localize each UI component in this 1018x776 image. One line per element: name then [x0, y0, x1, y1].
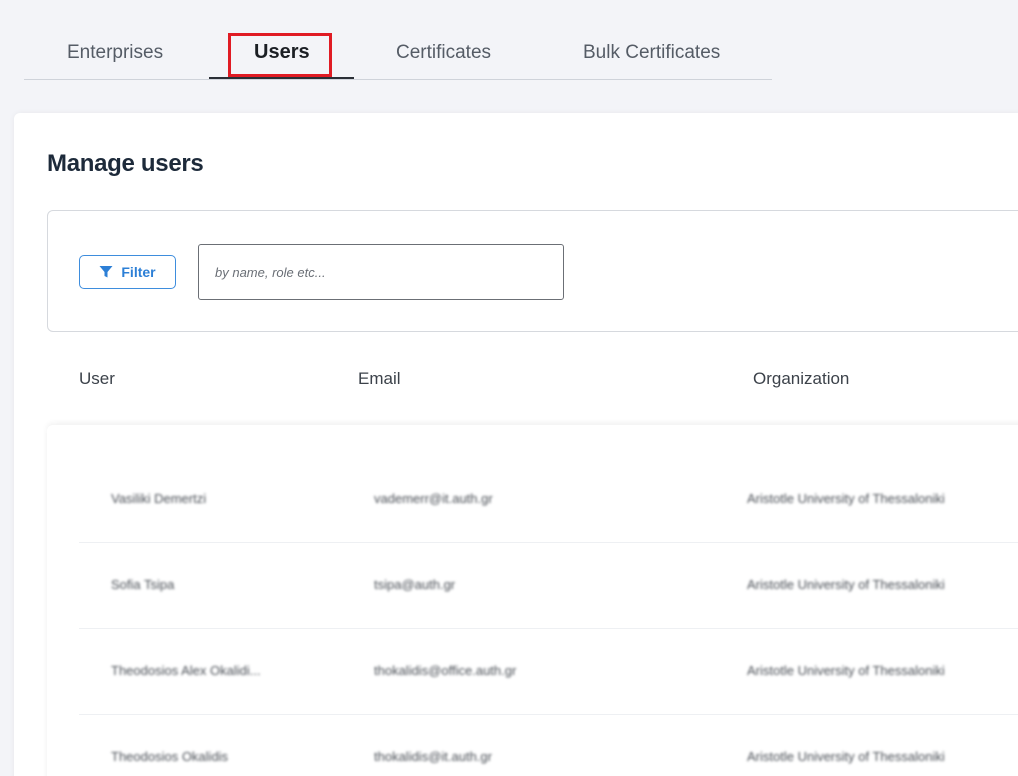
- table-row[interactable]: Vasiliki Demertzi vademerr@it.auth.gr Ar…: [79, 457, 1018, 543]
- column-header-email[interactable]: Email: [358, 369, 401, 389]
- filter-button[interactable]: Filter: [79, 255, 176, 289]
- tab-bar: Enterprises Users Certificates Bulk Cert…: [24, 0, 772, 80]
- users-table-body: Vasiliki Demertzi vademerr@it.auth.gr Ar…: [47, 425, 1018, 776]
- user-email: vademerr@it.auth.gr: [374, 491, 493, 506]
- tab-enterprises[interactable]: Enterprises: [67, 42, 163, 64]
- user-organization: Aristotle University of Thessaloniki: [747, 749, 945, 764]
- tab-bulk-certificates[interactable]: Bulk Certificates: [583, 42, 720, 64]
- user-name: Sofia Tsipa: [111, 577, 175, 592]
- column-header-organization[interactable]: Organization: [753, 369, 849, 389]
- user-name: Theodosios Alex Okalidi...: [111, 663, 261, 678]
- funnel-icon: [99, 266, 113, 278]
- table-row[interactable]: Theodosios Alex Okalidi... thokalidis@of…: [79, 629, 1018, 715]
- user-email: tsipa@auth.gr: [374, 577, 456, 592]
- page-title: Manage users: [47, 150, 204, 177]
- user-name: Theodosios Okalidis: [111, 749, 229, 764]
- filter-button-label: Filter: [121, 264, 156, 280]
- user-organization: Aristotle University of Thessaloniki: [747, 663, 945, 678]
- user-email: thokalidis@office.auth.gr: [374, 663, 517, 678]
- user-organization: Aristotle University of Thessaloniki: [747, 577, 945, 592]
- tab-certificates[interactable]: Certificates: [396, 42, 491, 64]
- user-organization: Aristotle University of Thessaloniki: [747, 491, 945, 506]
- highlight-annotation: [228, 33, 332, 77]
- column-header-user[interactable]: User: [79, 369, 115, 389]
- user-name: Vasiliki Demertzi: [111, 491, 207, 506]
- user-email: thokalidis@it.auth.gr: [374, 749, 492, 764]
- active-tab-indicator: [209, 77, 354, 79]
- search-input[interactable]: [198, 244, 564, 300]
- table-row[interactable]: Sofia Tsipa tsipa@auth.gr Aristotle Univ…: [79, 543, 1018, 629]
- table-row[interactable]: Theodosios Okalidis thokalidis@it.auth.g…: [79, 715, 1018, 776]
